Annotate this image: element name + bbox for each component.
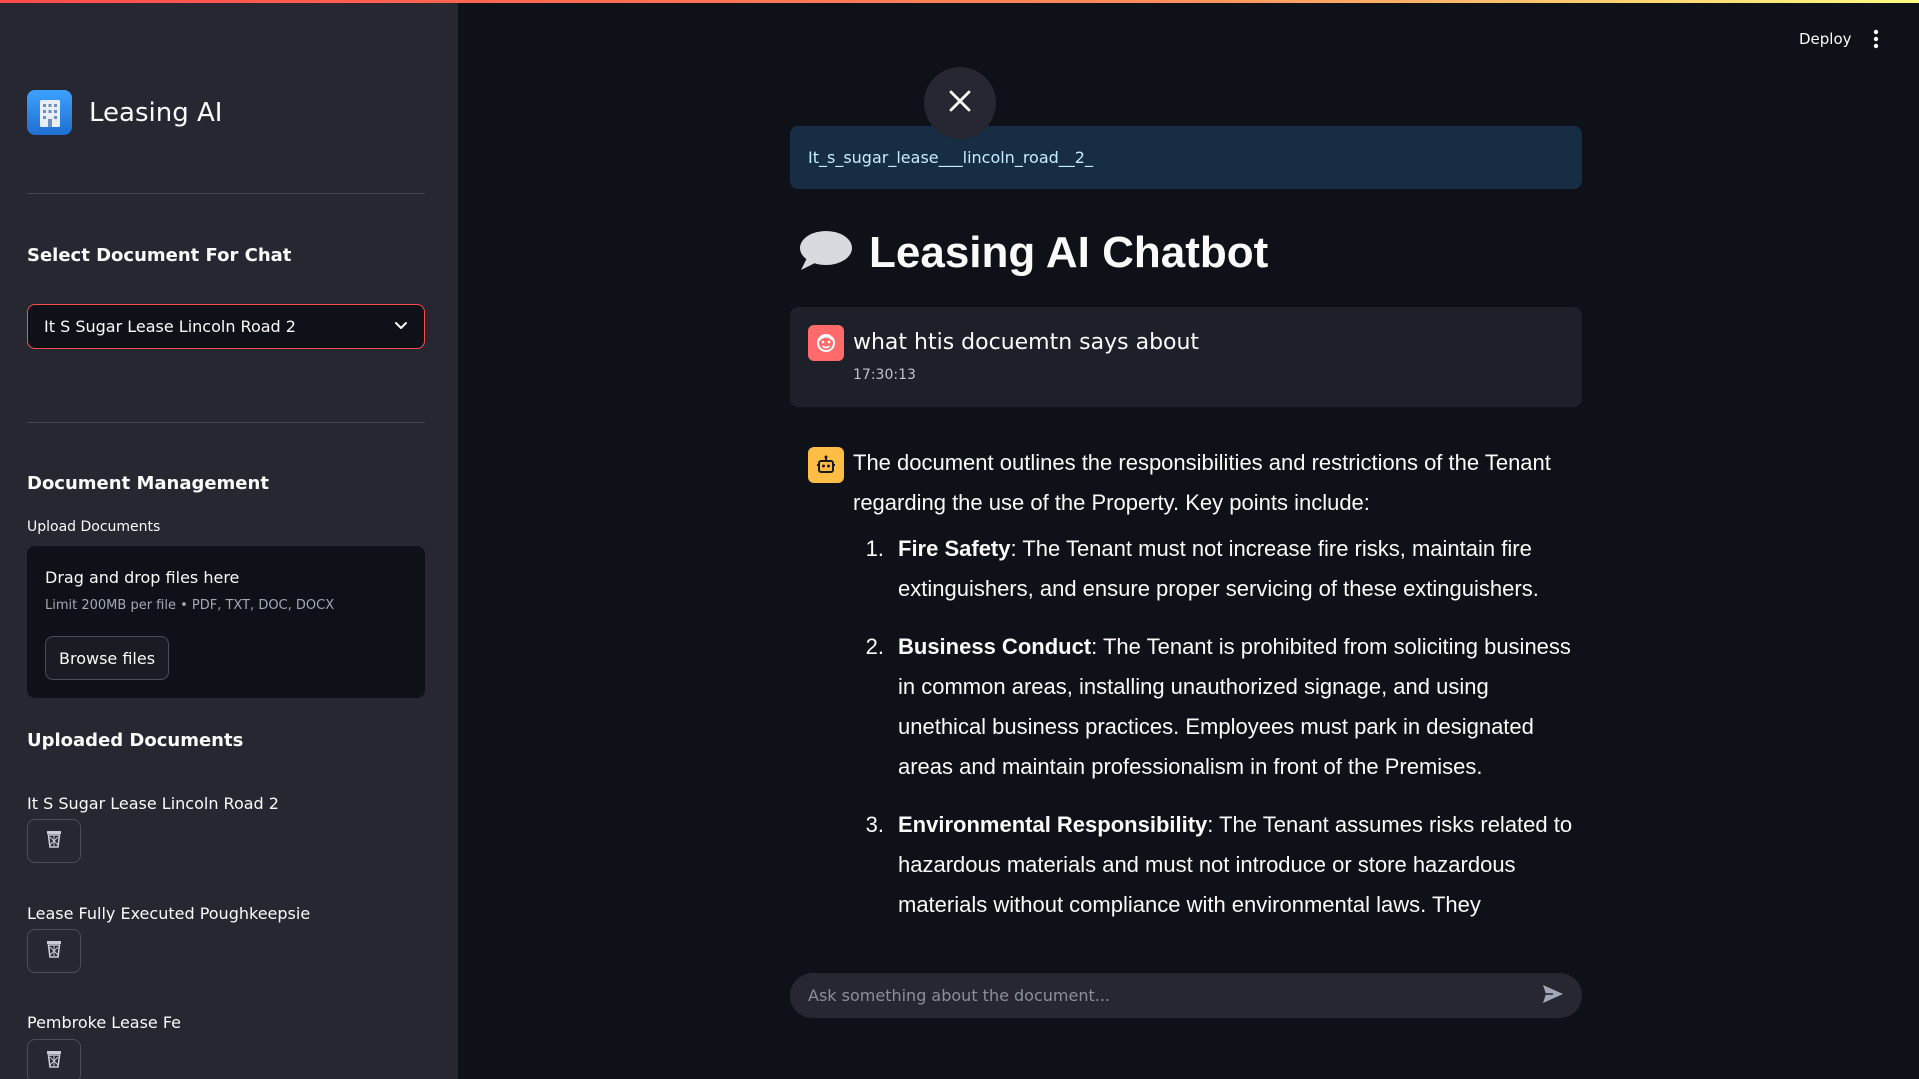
trash-icon xyxy=(45,939,63,963)
delete-document-button[interactable] xyxy=(27,929,81,973)
assistant-message: The document outlines the responsibiliti… xyxy=(790,443,1582,963)
building-icon xyxy=(27,90,72,135)
list-item-number: 2. xyxy=(865,634,884,659)
uploaded-document-name: It S Sugar Lease Lincoln Road 2 xyxy=(27,794,279,813)
list-item: 3. Environmental Responsibility: The Ten… xyxy=(853,805,1573,925)
upload-documents-label: Upload Documents xyxy=(27,519,161,535)
divider xyxy=(27,193,425,194)
list-item: 2. Business Conduct: The Tenant is prohi… xyxy=(853,627,1573,787)
uploaded-document-name: Lease Fully Executed Poughkeepsie xyxy=(27,904,311,923)
assistant-message-body: The document outlines the responsibiliti… xyxy=(853,443,1573,943)
document-banner: It_s_sugar_lease___lincoln_road__2_ xyxy=(790,126,1582,189)
deploy-button[interactable]: Deploy xyxy=(1799,30,1852,48)
delete-document-button[interactable] xyxy=(27,1039,81,1079)
brand: Leasing AI xyxy=(27,90,222,135)
file-dropzone[interactable]: Drag and drop files here Limit 200MB per… xyxy=(27,546,425,698)
list-item-number: 1. xyxy=(865,536,884,561)
close-button[interactable] xyxy=(924,67,996,139)
page-title-text: Leasing AI Chatbot xyxy=(869,228,1269,277)
uploaded-document-name: Pembroke Lease Fe xyxy=(27,1013,182,1032)
document-management-heading: Document Management xyxy=(27,473,269,494)
assistant-intro: The document outlines the responsibiliti… xyxy=(853,450,1551,515)
select-document-heading: Select Document For Chat xyxy=(27,245,292,266)
chat-input-bar xyxy=(790,973,1582,1018)
list-item-title: Business Conduct xyxy=(898,634,1092,659)
list-item-title: Environmental Responsibility xyxy=(898,812,1208,837)
more-vertical-icon[interactable] xyxy=(1872,28,1880,54)
list-item: 1. Fire Safety: The Tenant must not incr… xyxy=(853,529,1573,609)
user-message-text: what htis docuemtn says about xyxy=(853,330,1200,355)
close-icon xyxy=(948,89,972,117)
document-select[interactable]: It S Sugar Lease Lincoln Road 2 xyxy=(27,304,425,349)
assistant-list: 1. Fire Safety: The Tenant must not incr… xyxy=(853,529,1573,925)
chevron-down-icon xyxy=(394,317,408,336)
user-message: what htis docuemtn says about 17:30:13 xyxy=(790,307,1582,407)
uploaded-documents-heading: Uploaded Documents xyxy=(27,730,244,751)
top-decoration-bar xyxy=(0,0,1919,3)
document-select-value: It S Sugar Lease Lincoln Road 2 xyxy=(44,317,296,336)
browse-files-button[interactable]: Browse files xyxy=(45,636,170,680)
trash-icon xyxy=(45,829,63,853)
chat-input[interactable] xyxy=(808,986,1542,1005)
trash-icon xyxy=(45,1049,63,1073)
divider xyxy=(27,422,425,423)
speech-bubble-icon xyxy=(797,228,853,278)
delete-document-button[interactable] xyxy=(27,819,81,863)
list-item-title: Fire Safety xyxy=(898,536,1011,561)
app-title: Leasing AI xyxy=(89,97,223,128)
send-icon[interactable] xyxy=(1542,984,1564,1008)
dropzone-limit: Limit 200MB per file • PDF, TXT, DOC, DO… xyxy=(45,598,335,613)
page-title: Leasing AI Chatbot xyxy=(797,228,1268,278)
message-timestamp: 17:30:13 xyxy=(853,367,916,383)
user-avatar-icon xyxy=(808,325,844,361)
sidebar: Leasing AI Select Document For Chat It S… xyxy=(0,0,458,1079)
dropzone-title: Drag and drop files here xyxy=(45,568,240,587)
robot-icon xyxy=(808,447,844,483)
list-item-number: 3. xyxy=(865,812,884,837)
